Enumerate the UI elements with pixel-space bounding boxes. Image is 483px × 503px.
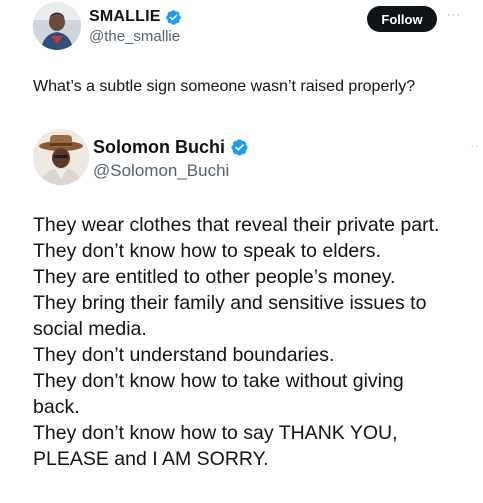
outer-tweet-header: SMALLIE @the_smallie Follow ··· bbox=[33, 2, 483, 50]
quoted-tweet-text: They wear clothes that reveal their priv… bbox=[33, 212, 478, 472]
quoted-tweet-header: Solomon Buchi @Solomon_Buchi ·· bbox=[33, 129, 483, 187]
avatar-image bbox=[33, 129, 89, 185]
text-line: They bring their family and sensitive is… bbox=[33, 292, 427, 314]
author-handle[interactable]: @Solomon_Buchi bbox=[93, 161, 229, 181]
text-line: They wear clothes that reveal their priv… bbox=[33, 214, 440, 236]
text-line: They don’t know how to say THANK YOU, bbox=[33, 422, 398, 444]
text-line: back. bbox=[33, 396, 80, 418]
author-name[interactable]: SMALLIE bbox=[89, 8, 161, 26]
avatar[interactable] bbox=[33, 2, 81, 50]
author-name-row: Solomon Buchi bbox=[93, 137, 249, 158]
text-line: PLEASE and I AM SORRY. bbox=[33, 448, 269, 470]
text-line: They don’t know how to take without givi… bbox=[33, 370, 404, 392]
text-line: They are entitled to other people’s mone… bbox=[33, 266, 396, 288]
author-name-row: SMALLIE bbox=[89, 8, 182, 26]
avatar-image bbox=[33, 2, 81, 50]
text-line: social media. bbox=[33, 318, 147, 340]
verified-badge-icon bbox=[165, 9, 181, 25]
author-name[interactable]: Solomon Buchi bbox=[93, 137, 225, 158]
follow-button[interactable]: Follow bbox=[367, 6, 437, 32]
text-line: They don’t know how to speak to elders. bbox=[33, 240, 381, 262]
more-options-icon[interactable]: ·· bbox=[465, 139, 483, 155]
tweet-text: What’s a subtle sign someone wasn’t rais… bbox=[33, 78, 416, 95]
text-line: They don’t understand boundaries. bbox=[33, 344, 335, 366]
verified-badge-icon bbox=[231, 139, 248, 156]
avatar[interactable] bbox=[33, 129, 89, 185]
more-options-icon[interactable]: ··· bbox=[443, 6, 465, 24]
author-handle[interactable]: @the_smallie bbox=[89, 28, 180, 45]
tweet-screenshot: SMALLIE @the_smallie Follow ··· What’s a… bbox=[0, 0, 483, 503]
